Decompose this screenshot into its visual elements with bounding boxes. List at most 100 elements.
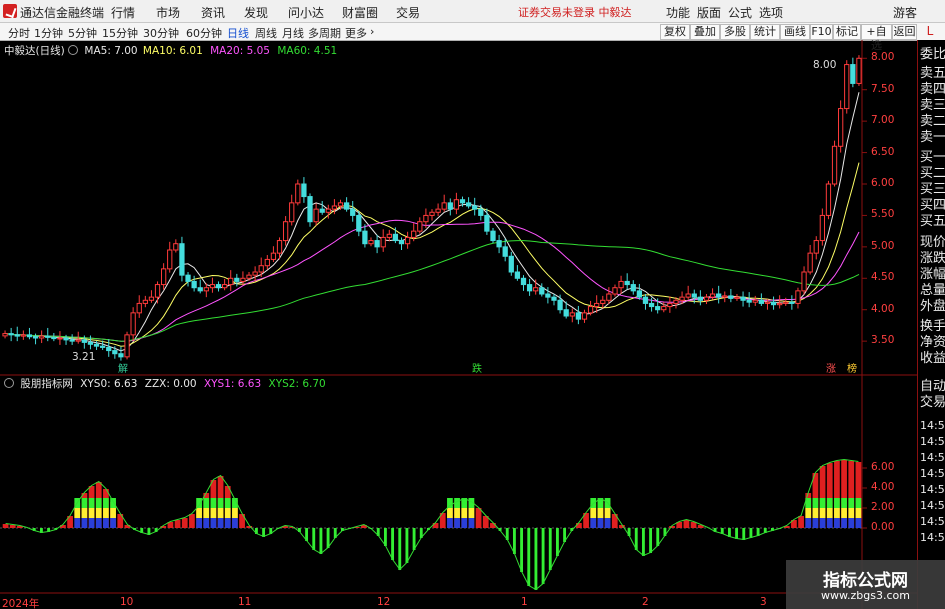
guest-label[interactable]: 游客: [893, 4, 917, 21]
period-daily[interactable]: 日线: [227, 25, 249, 41]
settings-icon[interactable]: [68, 45, 79, 55]
period-30min[interactable]: 30分钟: [143, 25, 179, 41]
marker-rise[interactable]: 涨: [826, 360, 836, 375]
osc-bar-negative: [405, 528, 409, 563]
period-weekly[interactable]: 周线: [255, 25, 277, 41]
back-button[interactable]: 返回: [892, 24, 917, 40]
period-multi[interactable]: 多周期: [308, 25, 341, 41]
candle-body: [697, 296, 704, 301]
menu-discover[interactable]: 发现: [244, 4, 268, 21]
marker-fall[interactable]: 跌: [472, 360, 482, 375]
osc-band-green: [203, 498, 210, 508]
side-item-buy5[interactable]: 买五: [920, 215, 945, 228]
candle-body: [160, 268, 167, 286]
menu-layout[interactable]: 版面: [697, 4, 721, 21]
auto-trade-label-1[interactable]: 自动: [920, 380, 945, 393]
period-1min[interactable]: 1分钟: [34, 25, 63, 41]
overlay-button[interactable]: 叠加: [690, 24, 720, 40]
osc-band-blue: [74, 518, 81, 528]
side-item-buy3[interactable]: 买三: [920, 183, 945, 196]
candle-body: [642, 296, 649, 304]
candle-body: [270, 252, 277, 260]
adjust-button[interactable]: 复权: [660, 24, 690, 40]
stock-title[interactable]: 中毅达(日线): [4, 45, 65, 57]
menu-function[interactable]: 功能: [666, 4, 690, 21]
osc-band-yellow: [834, 508, 840, 518]
osc-bar-positive: [2, 524, 9, 528]
menu-options[interactable]: 选项: [759, 4, 783, 21]
side-item-sell5[interactable]: 卖五: [920, 67, 945, 80]
menu-ask[interactable]: 问小达: [288, 4, 324, 21]
menu-formula[interactable]: 公式: [728, 4, 752, 21]
chart-svg[interactable]: [0, 40, 917, 609]
add-watchlist-button[interactable]: +自选: [861, 24, 892, 52]
osc-band-yellow: [74, 508, 81, 518]
side-item-change[interactable]: 涨跌: [920, 252, 945, 265]
side-item-buy2[interactable]: 买二: [920, 167, 945, 180]
period-5min[interactable]: 5分钟: [68, 25, 97, 41]
indicator-title[interactable]: 股朋指标网: [20, 378, 73, 390]
menu-market[interactable]: 市场: [156, 4, 180, 21]
candle-body: [118, 353, 124, 358]
side-item-sell3[interactable]: 卖三: [920, 99, 945, 112]
menu-trade[interactable]: 交易: [396, 4, 420, 21]
osc-band-blue: [110, 518, 116, 528]
draw-line-button[interactable]: 画线: [780, 24, 810, 40]
side-item-outer[interactable]: 外盘: [920, 300, 945, 313]
period-60min[interactable]: 60分钟: [186, 25, 222, 41]
osc-band-green: [224, 498, 231, 508]
statistics-button[interactable]: 统计: [750, 24, 780, 40]
f10-button[interactable]: F10: [810, 24, 833, 40]
candle-body: [209, 284, 216, 289]
period-timeshare[interactable]: 分时: [8, 25, 30, 41]
candle-body: [337, 202, 344, 207]
auto-trade-label-2[interactable]: 交易: [920, 396, 945, 409]
trade-login-notice[interactable]: 证券交易未登录 中毅达: [518, 4, 632, 20]
candle-body: [685, 293, 691, 298]
side-item-price[interactable]: 现价: [920, 236, 945, 249]
side-item-earnings[interactable]: 收益: [920, 352, 945, 365]
period-15min[interactable]: 15分钟: [102, 25, 138, 41]
candle-body: [624, 280, 630, 286]
menu-news[interactable]: 资讯: [201, 4, 225, 21]
side-item-change-pct[interactable]: 涨幅: [920, 268, 945, 281]
side-item-turnover[interactable]: 换手: [920, 320, 945, 333]
side-item-weibi[interactable]: 委比: [920, 48, 945, 61]
indicator-settings-icon[interactable]: [4, 378, 14, 388]
marker-unlock[interactable]: 解: [118, 360, 128, 375]
candle-body: [234, 277, 240, 282]
level-label[interactable]: L: [917, 24, 943, 39]
multi-stock-button[interactable]: 多股: [720, 24, 750, 40]
y-tick-label: 8.00: [871, 51, 895, 64]
side-item-buy1[interactable]: 买一: [920, 151, 945, 164]
osc-band-blue: [461, 518, 468, 528]
candle-body: [563, 309, 569, 317]
osc-band-green: [812, 498, 819, 508]
menu-quotes[interactable]: 行情: [111, 4, 135, 21]
osc-band-yellow: [196, 508, 202, 518]
osc-band-green: [834, 498, 840, 508]
side-item-net-asset[interactable]: 净资: [920, 336, 945, 349]
side-item-sell1[interactable]: 卖一: [920, 131, 945, 144]
side-item-buy4[interactable]: 买四: [920, 199, 945, 212]
period-more[interactable]: 更多: [345, 25, 367, 41]
candle-body: [447, 202, 453, 210]
candle-body: [173, 243, 179, 251]
side-item-sell2[interactable]: 卖二: [920, 115, 945, 128]
osc-bar-positive: [798, 516, 804, 528]
candle-body: [819, 214, 825, 242]
period-monthly[interactable]: 月线: [282, 25, 304, 41]
candle-body: [386, 233, 392, 238]
side-item-volume[interactable]: 总量: [920, 284, 945, 297]
osc-band-yellow: [88, 508, 95, 518]
osc-band-yellow: [95, 508, 102, 518]
candle-body: [435, 208, 441, 213]
menu-wealth-circle[interactable]: 财富圈: [342, 4, 378, 21]
candle-body: [789, 301, 795, 304]
marker-rank[interactable]: 榜: [847, 360, 857, 375]
candle-body: [764, 301, 771, 304]
chevron-right-icon[interactable]: ›: [370, 25, 374, 38]
candle-body: [380, 236, 386, 248]
mark-button[interactable]: 标记: [833, 24, 861, 40]
side-item-sell4[interactable]: 卖四: [920, 83, 945, 96]
